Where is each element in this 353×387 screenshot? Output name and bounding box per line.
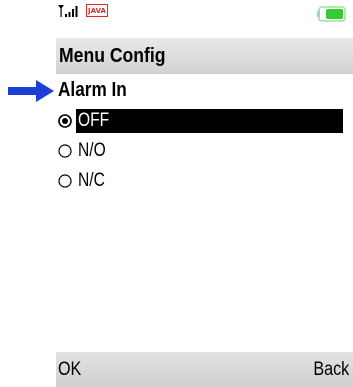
phone-screen: JAVA Menu Config Alarm In OFF N/O N/C OK… xyxy=(56,0,353,387)
option-off[interactable]: OFF xyxy=(56,106,353,136)
option-label-text: N/O xyxy=(78,140,106,161)
option-label: N/O xyxy=(76,139,112,163)
softkey-bar: OK Back xyxy=(56,352,353,387)
back-softkey[interactable]: Back xyxy=(307,352,349,387)
option-label: OFF xyxy=(76,109,343,133)
page-title: Menu Config xyxy=(56,38,353,74)
signal-strength-icon xyxy=(58,5,78,17)
radio-unselected-icon[interactable] xyxy=(58,144,72,158)
section-heading: Alarm In xyxy=(58,78,138,102)
pointer-arrow-icon xyxy=(8,80,54,102)
ok-softkey[interactable]: OK xyxy=(58,352,85,387)
page-title-text: Menu Config xyxy=(59,45,166,67)
option-label-text: N/C xyxy=(78,170,105,191)
menu-content: Alarm In OFF N/O N/C xyxy=(56,74,353,352)
option-nc[interactable]: N/C xyxy=(56,166,353,196)
ok-softkey-label: OK xyxy=(58,359,82,380)
battery-icon xyxy=(317,6,346,22)
option-no[interactable]: N/O xyxy=(56,136,353,166)
back-softkey-label: Back xyxy=(313,359,349,380)
section-heading-text: Alarm In xyxy=(58,79,127,101)
radio-selected-icon[interactable] xyxy=(58,114,72,128)
page: JAVA Menu Config Alarm In OFF N/O N/C OK… xyxy=(0,0,353,387)
status-bar: JAVA xyxy=(56,0,353,38)
option-label-text: OFF xyxy=(78,110,110,131)
java-badge: JAVA xyxy=(86,4,108,17)
radio-unselected-icon[interactable] xyxy=(58,174,72,188)
option-label: N/C xyxy=(76,169,111,193)
